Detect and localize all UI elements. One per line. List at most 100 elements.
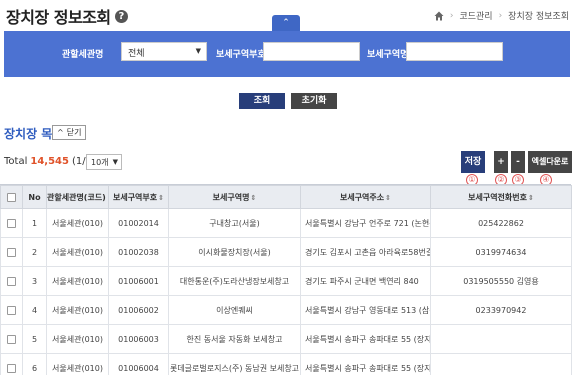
cell-no: 4 bbox=[22, 295, 47, 325]
caret-down-icon: ▼ bbox=[195, 47, 201, 55]
table-row[interactable]: 1 서울세관(010) 01002014 구내창고(서울) 서울특별시 강남구 언주로 … bbox=[0, 208, 572, 238]
page-title-text: 장치장 정보조회 bbox=[6, 8, 111, 27]
caret-up-icon: ^ bbox=[57, 128, 64, 137]
row-checkbox[interactable] bbox=[7, 305, 16, 315]
cell-customs-office: 서울세관(010) bbox=[46, 208, 109, 238]
caret-down-icon: ▼ bbox=[112, 158, 118, 166]
page-size-select[interactable]: 10개 ▼ bbox=[86, 154, 122, 170]
bonded-area-code-input[interactable] bbox=[263, 42, 360, 61]
cell-no: 3 bbox=[22, 266, 47, 296]
sort-icon[interactable]: ⇕ bbox=[250, 194, 256, 202]
search-panel: 관할세관명 전체 ▼ 보세구역부호 보세구역명 bbox=[4, 31, 570, 77]
chevron-up-icon: ⌃ bbox=[282, 18, 290, 28]
row-select-cell[interactable] bbox=[0, 324, 23, 354]
total-count: 14,545 bbox=[30, 156, 69, 167]
cell-area-phone bbox=[430, 324, 572, 354]
cell-area-code: 01002014 bbox=[108, 208, 169, 238]
cell-customs-office: 서울세관(010) bbox=[46, 295, 109, 325]
cell-area-phone: 0319974634 bbox=[430, 237, 572, 267]
row-checkbox[interactable] bbox=[7, 247, 16, 257]
bonded-area-name-label: 보세구역명 bbox=[367, 50, 409, 60]
row-checkbox[interactable] bbox=[7, 276, 16, 286]
add-row-button[interactable]: + bbox=[494, 151, 508, 173]
row-select-cell[interactable] bbox=[0, 353, 23, 375]
excel-download-button[interactable]: 엑셀다운로드 bbox=[528, 151, 572, 188]
total-label: Total bbox=[4, 156, 28, 167]
cell-area-phone: 025422862 bbox=[430, 208, 572, 238]
table-header-row: No 관할세관명(코드)⇕ 보세구역부호⇕ 보세구역명⇕ 보세구역주소⇕ 보세구… bbox=[0, 185, 572, 209]
row-checkbox[interactable] bbox=[7, 334, 16, 344]
customs-office-select[interactable]: 전체 ▼ bbox=[121, 42, 207, 61]
list-collapse-label: 닫기 bbox=[66, 128, 82, 137]
cell-area-name: 롯데글로벌로지스(주) 동남권 보세창고 bbox=[168, 353, 301, 375]
search-button[interactable]: 조회 bbox=[239, 93, 285, 109]
breadcrumb-separator: › bbox=[498, 10, 503, 21]
customs-office-select-value: 전체 bbox=[128, 49, 145, 59]
column-header-area-address[interactable]: 보세구역주소⇕ bbox=[300, 185, 431, 209]
cell-area-address: 서울특별시 송파구 송파대로 55 (장지동, 서울 bbox=[300, 324, 431, 354]
cell-no: 2 bbox=[22, 237, 47, 267]
cell-area-address: 서울특별시 송파구 송파대로 55 (장지동, 서울 bbox=[300, 353, 431, 375]
cell-area-name: 대한통운(주)도라산냉장보세창고 bbox=[168, 266, 301, 296]
table-row[interactable]: 5 서울세관(010) 01006003 한진 동서울 자동화 보세창고 서울특별시 송… bbox=[0, 324, 572, 354]
column-header-area-code[interactable]: 보세구역부호⇕ bbox=[108, 185, 169, 209]
cell-area-name: 이상엔퀘씨 bbox=[168, 295, 301, 325]
cell-area-code: 01006002 bbox=[108, 295, 169, 325]
breadcrumb-item-code-management[interactable]: 코드관리 bbox=[459, 9, 492, 22]
cell-customs-office: 서울세관(010) bbox=[46, 324, 109, 354]
breadcrumb: › 코드관리 › 장치장 정보조회 bbox=[434, 9, 569, 22]
cell-customs-office: 서울세관(010) bbox=[46, 266, 109, 296]
save-button[interactable]: 저장 bbox=[461, 151, 485, 173]
table-row[interactable]: 2 서울세관(010) 01002038 이시화물장치장(서울) 경기도 김포시 고촌읍… bbox=[0, 237, 572, 267]
cell-customs-office: 서울세관(010) bbox=[46, 237, 109, 267]
table-row[interactable]: 3 서울세관(010) 01006001 대한통운(주)도라산냉장보세창고 경기도 파주… bbox=[0, 266, 572, 296]
cell-area-address: 경기도 김포시 고촌읍 아라육로58번길 17 bbox=[300, 237, 431, 267]
select-all-header[interactable] bbox=[0, 185, 23, 209]
cell-area-address: 서울특별시 강남구 영동대로 513 (삼성동, 코 bbox=[300, 295, 431, 325]
row-select-cell[interactable] bbox=[0, 237, 23, 267]
bonded-area-name-input[interactable] bbox=[406, 42, 503, 61]
sort-icon[interactable]: ⇕ bbox=[528, 194, 534, 202]
row-checkbox[interactable] bbox=[7, 218, 16, 228]
cell-no: 5 bbox=[22, 324, 47, 354]
list-collapse-button[interactable]: ^ 닫기 bbox=[52, 125, 87, 140]
cell-area-code: 01006003 bbox=[108, 324, 169, 354]
home-icon[interactable] bbox=[434, 11, 444, 21]
table-row[interactable]: 6 서울세관(010) 01006004 롯데글로벌로지스(주) 동남권 보세창고 서울… bbox=[0, 353, 572, 375]
delete-row-button[interactable]: - bbox=[511, 151, 525, 173]
table-body: 1 서울세관(010) 01002014 구내창고(서울) 서울특별시 강남구 언주로 … bbox=[0, 208, 572, 375]
select-all-checkbox[interactable] bbox=[7, 192, 16, 202]
cell-area-code: 01006001 bbox=[108, 266, 169, 296]
cell-area-address: 서울특별시 강남구 언주로 721 (논현동, 서울 bbox=[300, 208, 431, 238]
search-collapse-toggle[interactable]: ⌃ bbox=[272, 15, 300, 31]
reset-button[interactable]: 초기화 bbox=[291, 93, 337, 109]
column-header-no: No bbox=[22, 185, 47, 209]
row-select-cell[interactable] bbox=[0, 266, 23, 296]
breadcrumb-separator: › bbox=[449, 10, 454, 21]
cell-area-address: 경기도 파주시 군내면 백연리 840 bbox=[300, 266, 431, 296]
breadcrumb-item-current: 장치장 정보조회 bbox=[508, 12, 569, 22]
help-icon[interactable]: ? bbox=[114, 9, 128, 23]
cell-area-name: 이시화물장치장(서울) bbox=[168, 237, 301, 267]
cell-area-phone: 0319505550 김영용 bbox=[430, 266, 572, 296]
cell-customs-office: 서울세관(010) bbox=[46, 353, 109, 375]
cell-area-name: 한진 동서울 자동화 보세창고 bbox=[168, 324, 301, 354]
sort-icon[interactable]: ⇕ bbox=[385, 194, 391, 202]
customs-office-label: 관할세관명 bbox=[62, 50, 104, 60]
column-header-area-name[interactable]: 보세구역명⇕ bbox=[168, 185, 301, 209]
row-checkbox[interactable] bbox=[7, 363, 16, 373]
column-header-customs-office[interactable]: 관할세관명(코드)⇕ bbox=[46, 185, 109, 209]
page-size-value: 10개 bbox=[91, 158, 109, 167]
cell-area-phone: 0233970942 bbox=[430, 295, 572, 325]
bonded-area-table: No 관할세관명(코드)⇕ 보세구역부호⇕ 보세구역명⇕ 보세구역주소⇕ 보세구… bbox=[0, 184, 572, 375]
cell-area-name: 구내창고(서울) bbox=[168, 208, 301, 238]
cell-area-code: 01006004 bbox=[108, 353, 169, 375]
column-header-area-phone[interactable]: 보세구역전화번호⇕ bbox=[430, 185, 572, 209]
sort-icon[interactable]: ⇕ bbox=[158, 194, 164, 202]
cell-no: 1 bbox=[22, 208, 47, 238]
table-row[interactable]: 4 서울세관(010) 01006002 이상엔퀘씨 서울특별시 강남구 영동대로 51… bbox=[0, 295, 572, 325]
cell-area-code: 01002038 bbox=[108, 237, 169, 267]
cell-area-phone bbox=[430, 353, 572, 375]
row-select-cell[interactable] bbox=[0, 295, 23, 325]
row-select-cell[interactable] bbox=[0, 208, 23, 238]
